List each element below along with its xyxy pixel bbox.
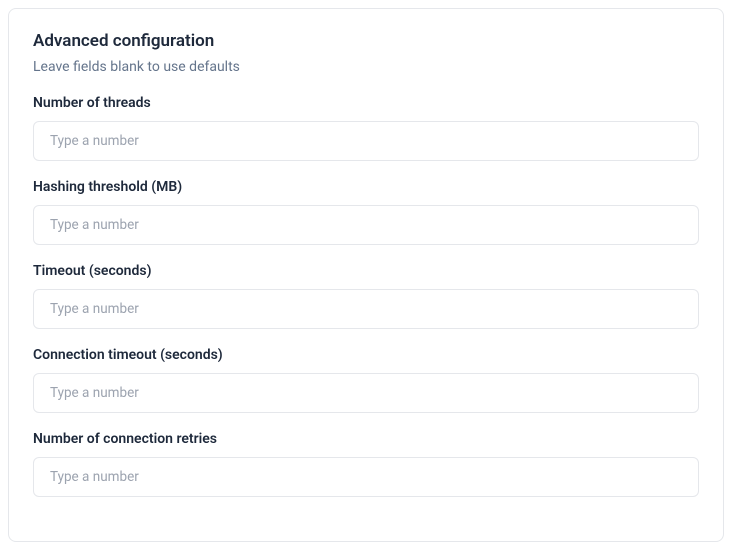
card-subtitle: Leave fields blank to use defaults	[33, 59, 699, 75]
form-group-hashing-threshold: Hashing threshold (MB)	[33, 179, 699, 245]
connection-retries-input[interactable]	[33, 457, 699, 497]
hashing-threshold-input[interactable]	[33, 205, 699, 245]
timeout-input[interactable]	[33, 289, 699, 329]
connection-retries-label: Number of connection retries	[33, 431, 699, 447]
connection-timeout-label: Connection timeout (seconds)	[33, 347, 699, 363]
advanced-configuration-card: Advanced configuration Leave fields blan…	[8, 8, 724, 542]
card-title: Advanced configuration	[33, 31, 699, 51]
hashing-threshold-label: Hashing threshold (MB)	[33, 179, 699, 195]
form-group-threads: Number of threads	[33, 95, 699, 161]
form-group-timeout: Timeout (seconds)	[33, 263, 699, 329]
form-group-connection-retries: Number of connection retries	[33, 431, 699, 497]
form-group-connection-timeout: Connection timeout (seconds)	[33, 347, 699, 413]
timeout-label: Timeout (seconds)	[33, 263, 699, 279]
threads-label: Number of threads	[33, 95, 699, 111]
connection-timeout-input[interactable]	[33, 373, 699, 413]
threads-input[interactable]	[33, 121, 699, 161]
